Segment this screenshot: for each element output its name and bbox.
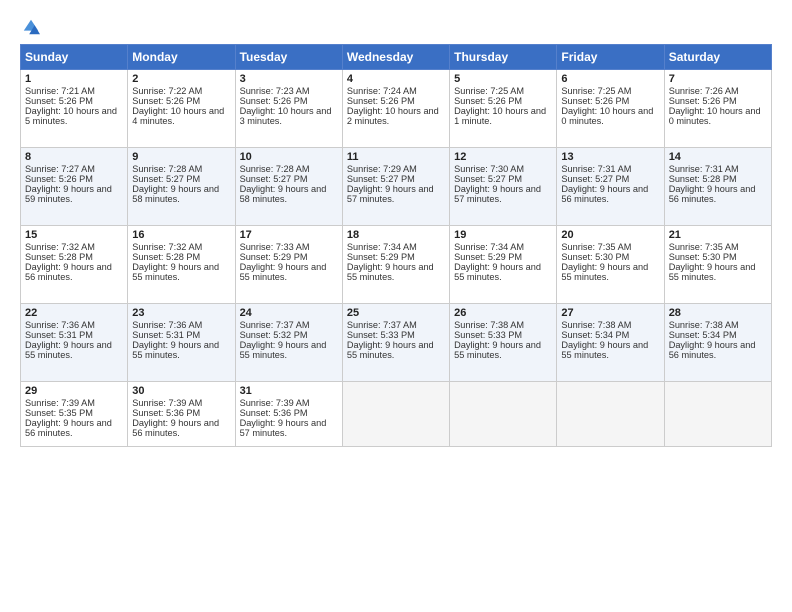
calendar-cell: 3Sunrise: 7:23 AMSunset: 5:26 PMDaylight… [235,70,342,148]
day-number: 25 [347,307,445,319]
day-number: 12 [454,151,552,163]
calendar-table: SundayMondayTuesdayWednesdayThursdayFrid… [20,44,772,447]
calendar-cell [450,382,557,447]
calendar-cell: 9Sunrise: 7:28 AMSunset: 5:27 PMDaylight… [128,148,235,226]
calendar-cell: 25Sunrise: 7:37 AMSunset: 5:33 PMDayligh… [342,304,449,382]
calendar-cell: 18Sunrise: 7:34 AMSunset: 5:29 PMDayligh… [342,226,449,304]
calendar-cell: 22Sunrise: 7:36 AMSunset: 5:31 PMDayligh… [21,304,128,382]
calendar-cell: 12Sunrise: 7:30 AMSunset: 5:27 PMDayligh… [450,148,557,226]
logo-icon [22,18,40,36]
day-number: 27 [561,307,659,319]
day-number: 15 [25,229,123,241]
calendar-cell: 28Sunrise: 7:38 AMSunset: 5:34 PMDayligh… [664,304,771,382]
calendar-cell: 15Sunrise: 7:32 AMSunset: 5:28 PMDayligh… [21,226,128,304]
day-number: 19 [454,229,552,241]
calendar-cell: 24Sunrise: 7:37 AMSunset: 5:32 PMDayligh… [235,304,342,382]
day-number: 23 [132,307,230,319]
logo [20,18,40,36]
calendar-cell: 14Sunrise: 7:31 AMSunset: 5:28 PMDayligh… [664,148,771,226]
calendar-cell: 21Sunrise: 7:35 AMSunset: 5:30 PMDayligh… [664,226,771,304]
calendar-cell: 20Sunrise: 7:35 AMSunset: 5:30 PMDayligh… [557,226,664,304]
calendar-cell [342,382,449,447]
calendar-cell: 17Sunrise: 7:33 AMSunset: 5:29 PMDayligh… [235,226,342,304]
weekday-header: Friday [557,45,664,70]
calendar-cell [557,382,664,447]
calendar-week-row: 15Sunrise: 7:32 AMSunset: 5:28 PMDayligh… [21,226,772,304]
day-number: 30 [132,385,230,397]
day-number: 21 [669,229,767,241]
header [20,18,772,36]
weekday-header-row: SundayMondayTuesdayWednesdayThursdayFrid… [21,45,772,70]
weekday-header: Sunday [21,45,128,70]
day-number: 24 [240,307,338,319]
calendar-cell: 1Sunrise: 7:21 AMSunset: 5:26 PMDaylight… [21,70,128,148]
calendar-cell: 19Sunrise: 7:34 AMSunset: 5:29 PMDayligh… [450,226,557,304]
calendar-cell: 13Sunrise: 7:31 AMSunset: 5:27 PMDayligh… [557,148,664,226]
day-number: 1 [25,73,123,85]
day-number: 26 [454,307,552,319]
day-number: 22 [25,307,123,319]
calendar-cell: 4Sunrise: 7:24 AMSunset: 5:26 PMDaylight… [342,70,449,148]
calendar-cell: 7Sunrise: 7:26 AMSunset: 5:26 PMDaylight… [664,70,771,148]
calendar-cell: 23Sunrise: 7:36 AMSunset: 5:31 PMDayligh… [128,304,235,382]
day-number: 20 [561,229,659,241]
day-number: 16 [132,229,230,241]
day-number: 17 [240,229,338,241]
day-number: 8 [25,151,123,163]
calendar-cell: 6Sunrise: 7:25 AMSunset: 5:26 PMDaylight… [557,70,664,148]
day-number: 10 [240,151,338,163]
weekday-header: Thursday [450,45,557,70]
calendar-cell: 10Sunrise: 7:28 AMSunset: 5:27 PMDayligh… [235,148,342,226]
day-number: 11 [347,151,445,163]
calendar-cell: 5Sunrise: 7:25 AMSunset: 5:26 PMDaylight… [450,70,557,148]
day-number: 29 [25,385,123,397]
day-number: 2 [132,73,230,85]
calendar-week-row: 1Sunrise: 7:21 AMSunset: 5:26 PMDaylight… [21,70,772,148]
weekday-header: Tuesday [235,45,342,70]
calendar-cell: 11Sunrise: 7:29 AMSunset: 5:27 PMDayligh… [342,148,449,226]
calendar-cell: 31Sunrise: 7:39 AMSunset: 5:36 PMDayligh… [235,382,342,447]
day-number: 6 [561,73,659,85]
calendar-cell: 16Sunrise: 7:32 AMSunset: 5:28 PMDayligh… [128,226,235,304]
day-number: 18 [347,229,445,241]
weekday-header: Monday [128,45,235,70]
day-number: 28 [669,307,767,319]
day-number: 3 [240,73,338,85]
day-number: 7 [669,73,767,85]
calendar-cell: 29Sunrise: 7:39 AMSunset: 5:35 PMDayligh… [21,382,128,447]
calendar-cell: 27Sunrise: 7:38 AMSunset: 5:34 PMDayligh… [557,304,664,382]
calendar-week-row: 8Sunrise: 7:27 AMSunset: 5:26 PMDaylight… [21,148,772,226]
page: SundayMondayTuesdayWednesdayThursdayFrid… [0,0,792,612]
calendar-cell: 2Sunrise: 7:22 AMSunset: 5:26 PMDaylight… [128,70,235,148]
day-number: 9 [132,151,230,163]
calendar-cell: 30Sunrise: 7:39 AMSunset: 5:36 PMDayligh… [128,382,235,447]
weekday-header: Wednesday [342,45,449,70]
calendar-cell: 26Sunrise: 7:38 AMSunset: 5:33 PMDayligh… [450,304,557,382]
calendar-cell: 8Sunrise: 7:27 AMSunset: 5:26 PMDaylight… [21,148,128,226]
day-number: 13 [561,151,659,163]
day-number: 14 [669,151,767,163]
day-number: 4 [347,73,445,85]
day-number: 5 [454,73,552,85]
calendar-week-row: 22Sunrise: 7:36 AMSunset: 5:31 PMDayligh… [21,304,772,382]
calendar-week-row: 29Sunrise: 7:39 AMSunset: 5:35 PMDayligh… [21,382,772,447]
day-number: 31 [240,385,338,397]
calendar-cell [664,382,771,447]
weekday-header: Saturday [664,45,771,70]
